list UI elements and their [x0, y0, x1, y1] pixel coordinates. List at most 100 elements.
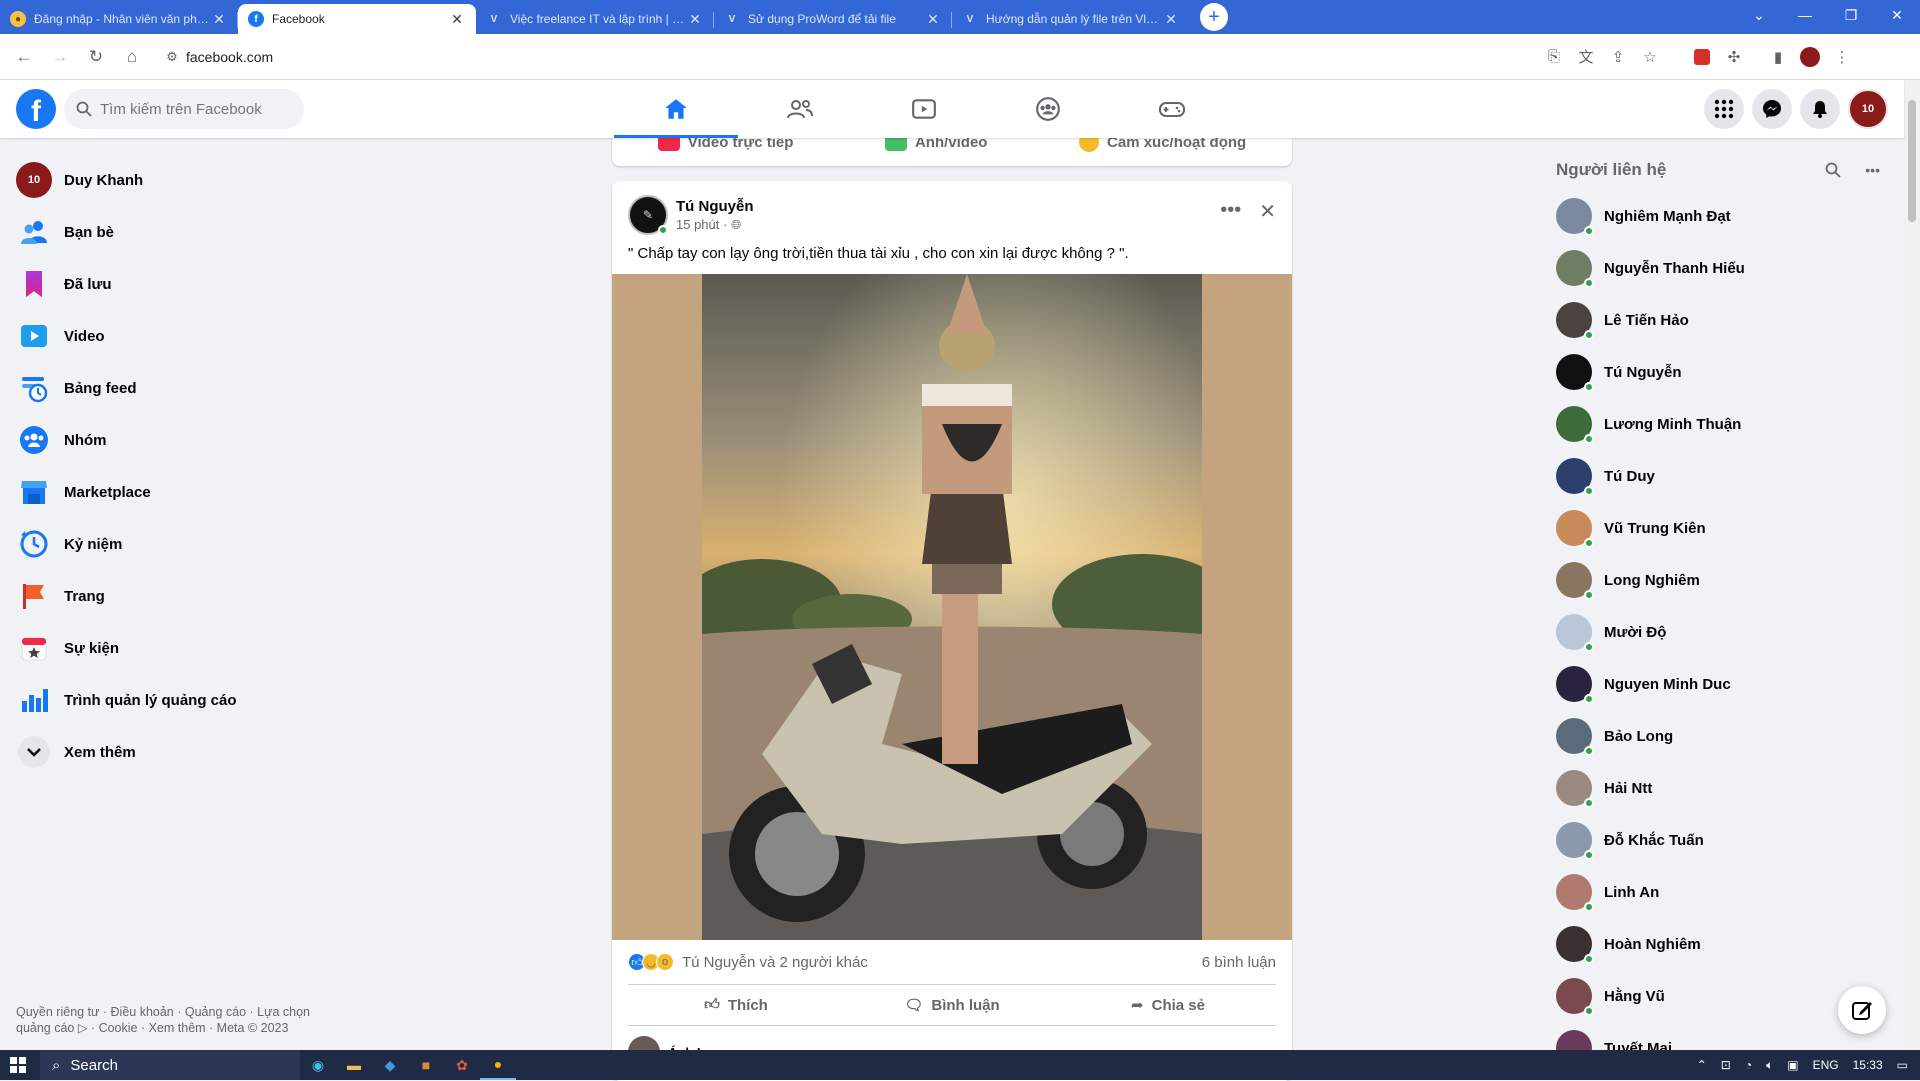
- search-input[interactable]: [100, 100, 280, 118]
- facebook-logo-icon[interactable]: f: [16, 89, 56, 129]
- extensions-puzzle-icon[interactable]: ✣: [1718, 41, 1750, 73]
- footer-line-2[interactable]: quảng cáo ▷ · Cookie · Xem thêm · Meta ©…: [16, 1020, 336, 1036]
- tab-3[interactable]: V Sử dụng ProWord để tải file ✕: [714, 4, 952, 34]
- reaction-icons[interactable]: 👍︎ ◡ o: [628, 953, 674, 971]
- network-icon[interactable]: ⊡: [1721, 1058, 1731, 1072]
- contact-item[interactable]: Mười Độ: [1548, 606, 1888, 658]
- chevron-up-icon[interactable]: ⌃: [1697, 1058, 1707, 1072]
- tab-search-icon[interactable]: ⌄: [1736, 0, 1782, 30]
- clock[interactable]: 15:33: [1853, 1058, 1883, 1072]
- restore-icon[interactable]: ❐: [1828, 0, 1874, 30]
- language-indicator[interactable]: ENG: [1813, 1058, 1839, 1072]
- post-image[interactable]: [702, 274, 1202, 940]
- forward-icon[interactable]: →: [44, 41, 76, 73]
- comment-button[interactable]: 🗨︎ Bình luận: [844, 985, 1060, 1025]
- close-icon[interactable]: ✕: [1259, 199, 1276, 224]
- post-author[interactable]: Tú Nguyễn: [676, 198, 754, 215]
- extension-red-icon[interactable]: [1686, 41, 1718, 73]
- close-tab-icon[interactable]: ✕: [210, 11, 228, 28]
- close-tab-icon[interactable]: ✕: [1162, 11, 1180, 28]
- close-tab-icon[interactable]: ✕: [924, 11, 942, 28]
- contact-item[interactable]: Nghiêm Mạnh Đạt: [1548, 190, 1888, 242]
- file-explorer-icon[interactable]: ▬: [336, 1050, 372, 1080]
- app-icon[interactable]: ■: [408, 1050, 444, 1080]
- sidebar-item-events[interactable]: Sự kiện: [8, 622, 348, 674]
- tab-2[interactable]: V Việc freelance IT và lập trình | Vlanc…: [476, 4, 714, 34]
- edge-icon[interactable]: ◉: [300, 1050, 336, 1080]
- sidebar-item-friends[interactable]: Bạn bè: [8, 206, 348, 258]
- contact-item[interactable]: Bảo Long: [1548, 710, 1888, 762]
- nav-gaming[interactable]: [1110, 80, 1234, 138]
- close-tab-icon[interactable]: ✕: [686, 11, 704, 28]
- translate-icon[interactable]: 文: [1570, 41, 1602, 73]
- contact-item[interactable]: Hằng Vũ: [1548, 970, 1888, 1022]
- footer-links[interactable]: Quyền riêng tư · Điều khoản · Quảng cáo …: [16, 1004, 336, 1036]
- url-text[interactable]: facebook.com: [186, 49, 273, 65]
- bookmark-star-icon[interactable]: ☆: [1634, 41, 1666, 73]
- nav-watch[interactable]: [862, 80, 986, 138]
- messenger-button[interactable]: [1752, 89, 1792, 129]
- contact-item[interactable]: Hải Ntt: [1548, 762, 1888, 814]
- notifications-button[interactable]: [1800, 89, 1840, 129]
- wifi-icon[interactable]: ◔: [1745, 1058, 1752, 1072]
- contact-item[interactable]: Nguyễn Thanh Hiếu: [1548, 242, 1888, 294]
- volume-icon[interactable]: 🔈︎: [1766, 1058, 1773, 1073]
- search-box[interactable]: [64, 89, 304, 129]
- tab-0[interactable]: ● Đăng nhập - Nhân viên văn phòng ✕: [0, 4, 238, 34]
- url-bar[interactable]: ⚙ facebook.com: [158, 40, 1538, 74]
- close-tab-icon[interactable]: ✕: [448, 11, 466, 28]
- page-scrollbar[interactable]: [1904, 80, 1920, 1050]
- contact-item[interactable]: Tú Nguyễn: [1548, 346, 1888, 398]
- search-contacts-icon[interactable]: [1825, 162, 1841, 178]
- share-icon[interactable]: ⇪: [1602, 41, 1634, 73]
- nav-friends[interactable]: [738, 80, 862, 138]
- sidebar-item-marketplace[interactable]: Marketplace: [8, 466, 348, 518]
- new-message-button[interactable]: [1838, 986, 1886, 1034]
- chrome-menu-icon[interactable]: ⋮: [1826, 41, 1858, 73]
- sidebar-item-profile[interactable]: 10 Duy Khanh: [8, 154, 348, 206]
- install-app-icon[interactable]: ⎘: [1538, 41, 1570, 73]
- input-method-icon[interactable]: ▣: [1787, 1058, 1798, 1072]
- author-avatar[interactable]: ✎: [628, 195, 668, 235]
- comments-count[interactable]: 6 bình luận: [1202, 954, 1276, 971]
- new-tab-button[interactable]: +: [1200, 3, 1228, 31]
- like-button[interactable]: 👍︎ Thích: [628, 985, 844, 1025]
- contact-item[interactable]: Lương Minh Thuận: [1548, 398, 1888, 450]
- contact-item[interactable]: Hoàn Nghiêm: [1548, 918, 1888, 970]
- nav-home[interactable]: [614, 80, 738, 138]
- contact-item[interactable]: Tú Duy: [1548, 450, 1888, 502]
- contact-item[interactable]: Đỗ Khắc Tuấn: [1548, 814, 1888, 866]
- scrollbar-thumb[interactable]: [1908, 100, 1916, 222]
- footer-line-1[interactable]: Quyền riêng tư · Điều khoản · Quảng cáo …: [16, 1004, 336, 1020]
- post-photo[interactable]: [612, 274, 1292, 940]
- profile-avatar-icon[interactable]: [1794, 41, 1826, 73]
- app-icon-2[interactable]: ✿: [444, 1050, 480, 1080]
- site-info-icon[interactable]: ⚙: [158, 49, 186, 65]
- sidebar-item-feed[interactable]: Bảng feed: [8, 362, 348, 414]
- contact-item[interactable]: Vũ Trung Kiên: [1548, 502, 1888, 554]
- contact-item[interactable]: Linh An: [1548, 866, 1888, 918]
- contact-item[interactable]: Long Nghiêm: [1548, 554, 1888, 606]
- windows-start-icon[interactable]: [0, 1050, 36, 1080]
- chrome-icon[interactable]: ●: [480, 1050, 516, 1080]
- minimize-icon[interactable]: —: [1782, 0, 1828, 30]
- contact-item[interactable]: Lê Tiến Hảo: [1548, 294, 1888, 346]
- side-panel-icon[interactable]: ▮: [1762, 41, 1794, 73]
- post-time[interactable]: 15 phút ·: [676, 217, 731, 232]
- home-icon[interactable]: ⌂: [116, 41, 148, 73]
- more-options-icon[interactable]: •••: [1220, 199, 1241, 224]
- sidebar-item-video[interactable]: Video: [8, 310, 348, 362]
- nav-groups[interactable]: [986, 80, 1110, 138]
- contacts-options-icon[interactable]: •••: [1865, 162, 1880, 178]
- reload-icon[interactable]: ↻: [80, 41, 112, 73]
- account-avatar[interactable]: 10: [1848, 89, 1888, 129]
- back-icon[interactable]: ←: [8, 41, 40, 73]
- sidebar-item-saved[interactable]: Đã lưu: [8, 258, 348, 310]
- contact-item[interactable]: Nguyen Minh Duc: [1548, 658, 1888, 710]
- close-window-icon[interactable]: ✕: [1874, 0, 1920, 30]
- sidebar-item-see-more[interactable]: Xem thêm: [8, 726, 348, 778]
- vscode-icon[interactable]: ◆: [372, 1050, 408, 1080]
- sidebar-item-ads-manager[interactable]: Trình quản lý quảng cáo: [8, 674, 348, 726]
- tab-1[interactable]: f Facebook ✕: [238, 4, 476, 34]
- menu-grid-button[interactable]: [1704, 89, 1744, 129]
